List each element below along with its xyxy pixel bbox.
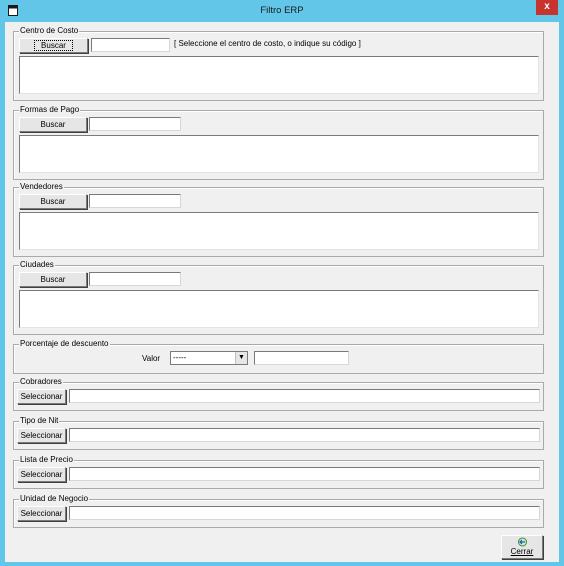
tipo-nit-group: Tipo de Nit Seleccionar [13,416,544,450]
window-frame-right [559,22,564,566]
porcentaje-legend: Porcentaje de descuento [19,339,110,349]
porcentaje-value-input[interactable] [254,351,349,365]
unidad-negocio-group: Unidad de Negocio Seleccionar [13,494,544,528]
unidad-negocio-select-button[interactable]: Seleccionar [17,506,66,521]
operator-selected-value: ----- [173,353,187,362]
cobradores-select-label: Seleccionar [20,392,63,401]
vendedores-search-label: Buscar [40,197,66,206]
operator-select[interactable]: ----- ▼ [170,351,248,365]
centro-costo-legend: Centro de Costo [19,26,80,36]
cobradores-group: Cobradores Seleccionar [13,377,544,411]
vendedores-list[interactable] [19,212,539,250]
ciudades-code-input[interactable] [89,272,181,286]
ciudades-group: Ciudades Buscar [13,260,544,335]
unidad-negocio-input[interactable] [69,506,540,520]
vendedores-legend: Vendedores [19,182,64,192]
centro-costo-search-button[interactable]: Buscar [19,38,88,53]
cerrar-label: Cerrar [510,547,534,556]
valor-label: Valor [142,354,161,363]
centro-costo-hint: [ Seleccione el centro de costo, o indiq… [174,39,361,48]
lista-precio-select-button[interactable]: Seleccionar [17,467,66,482]
vendedores-group: Vendedores Buscar [13,182,544,257]
window-title: Filtro ERP [260,5,304,16]
title-bar: Filtro ERP x [0,0,564,22]
window-frame-bottom [0,562,564,566]
ciudades-search-label: Buscar [40,275,66,284]
formas-pago-search-label: Buscar [40,120,66,129]
lista-precio-select-label: Seleccionar [20,470,63,479]
exit-arrow-icon [517,537,527,547]
formas-pago-search-button[interactable]: Buscar [19,117,87,132]
unidad-negocio-legend: Unidad de Negocio [19,494,90,504]
formas-pago-group: Formas de Pago Buscar [13,105,544,180]
unidad-negocio-select-label: Seleccionar [20,509,63,518]
tipo-nit-legend: Tipo de Nit [19,416,60,426]
centro-costo-list[interactable] [19,56,539,94]
cobradores-input[interactable] [69,389,540,403]
close-icon[interactable]: x [536,0,558,15]
lista-precio-group: Lista de Precio Seleccionar [13,455,544,489]
cerrar-button[interactable]: Cerrar [501,535,543,559]
tipo-nit-input[interactable] [69,428,540,442]
ciudades-search-button[interactable]: Buscar [19,272,87,287]
vendedores-code-input[interactable] [89,194,181,208]
cobradores-select-button[interactable]: Seleccionar [17,389,66,404]
chevron-down-icon[interactable]: ▼ [235,352,247,364]
lista-precio-legend: Lista de Precio [19,455,74,465]
window-frame-left [0,22,5,566]
centro-costo-search-label: Buscar [34,40,73,51]
lista-precio-input[interactable] [69,467,540,481]
formas-pago-list[interactable] [19,135,539,173]
tipo-nit-select-label: Seleccionar [20,431,63,440]
tipo-nit-select-button[interactable]: Seleccionar [17,428,66,443]
formas-pago-code-input[interactable] [89,117,181,131]
cobradores-legend: Cobradores [19,377,63,387]
porcentaje-group: Porcentaje de descuento Valor ----- ▼ [13,339,544,374]
ciudades-legend: Ciudades [19,260,55,270]
ciudades-list[interactable] [19,290,539,328]
centro-costo-code-input[interactable] [91,38,170,52]
centro-costo-group: Centro de Costo Buscar [ Seleccione el c… [13,26,544,101]
vendedores-search-button[interactable]: Buscar [19,194,87,209]
formas-pago-legend: Formas de Pago [19,105,81,115]
